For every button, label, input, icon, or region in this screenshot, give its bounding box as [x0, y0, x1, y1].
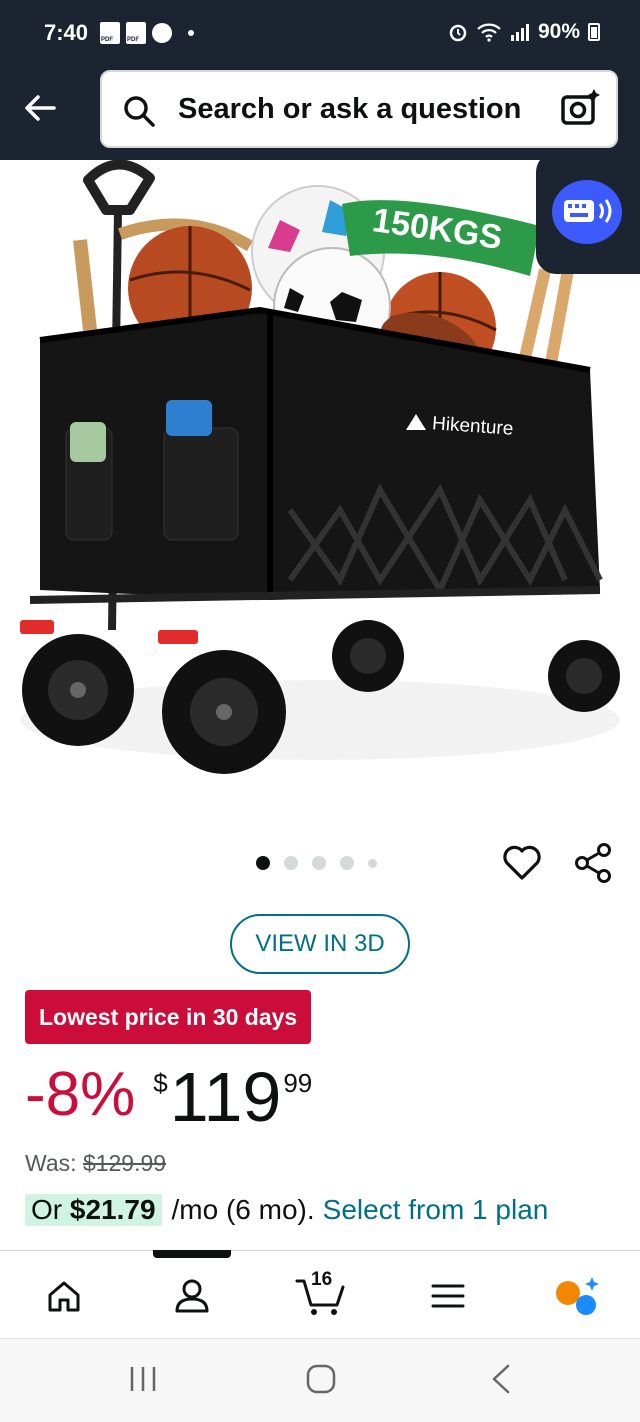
- image-carousel-indicator[interactable]: [256, 856, 377, 870]
- deal-badge: Lowest price in 30 days: [25, 990, 312, 1044]
- select-plan-link[interactable]: Select from 1 plan: [323, 1194, 549, 1226]
- account-icon: [175, 1279, 209, 1313]
- monthly-amount: $21.79: [69, 1194, 156, 1225]
- search-header: Search or ask a question: [0, 66, 640, 160]
- monthly-payment-pill: Or $21.79: [25, 1194, 162, 1226]
- price-currency: $: [153, 1068, 168, 1098]
- active-tab-indicator: [153, 1250, 231, 1258]
- system-status-icons: 90%: [448, 20, 600, 44]
- back-arrow-icon[interactable]: [20, 88, 60, 128]
- discount-percent: -8%: [25, 1060, 136, 1129]
- search-input[interactable]: Search or ask a question: [100, 70, 618, 148]
- cart-count: 16: [311, 1269, 333, 1290]
- pdf-notification-icon: [126, 22, 146, 44]
- was-label: Was:: [25, 1150, 77, 1176]
- alarm-icon: [449, 24, 467, 42]
- price-block: -8% $ 119 99: [25, 1058, 312, 1136]
- share-icon[interactable]: [574, 842, 614, 884]
- notification-icons: [100, 22, 194, 44]
- view-in-3d-button[interactable]: VIEW IN 3D: [230, 914, 410, 974]
- wifi-icon: [477, 23, 501, 42]
- wheel: [548, 640, 620, 712]
- wheel: [162, 650, 286, 774]
- pdf-notification-icon: [100, 22, 120, 44]
- home-button-icon[interactable]: [305, 1363, 337, 1395]
- carousel-dot[interactable]: [368, 858, 377, 868]
- nav-cart[interactable]: 16: [293, 1269, 349, 1319]
- status-time: 7:40: [44, 20, 89, 45]
- monthly-term: /mo (6 mo).: [171, 1194, 315, 1225]
- message-notification-icon: [152, 23, 172, 43]
- nav-home[interactable]: [39, 1273, 89, 1319]
- monthly-payment-row: Or $21.79 /mo (6 mo). Select from 1 plan: [25, 1194, 548, 1226]
- home-icon: [48, 1281, 80, 1312]
- menu-icon: [431, 1284, 465, 1308]
- keyboard-assistant-bubble[interactable]: [536, 152, 640, 274]
- battery-percent: 90%: [537, 20, 580, 43]
- wheel: [22, 634, 134, 746]
- nav-rufus-assistant[interactable]: [552, 1273, 602, 1319]
- carousel-dot[interactable]: [284, 856, 298, 870]
- recent-apps-icon[interactable]: [128, 1363, 158, 1395]
- camera-search-icon[interactable]: [558, 86, 602, 130]
- was-price: $129.99: [82, 1150, 167, 1176]
- more-notifications-icon: [188, 30, 194, 36]
- bottom-navigation: 16: [0, 1250, 640, 1338]
- nav-account[interactable]: [167, 1273, 217, 1319]
- price-whole: 119: [169, 1058, 282, 1136]
- wishlist-heart-icon[interactable]: [502, 844, 542, 882]
- nav-menu[interactable]: [423, 1273, 473, 1319]
- keyboard-voice-icon: [552, 180, 622, 244]
- price-fraction: 99: [283, 1068, 313, 1098]
- search-icon: [124, 96, 155, 127]
- battery-icon: [588, 23, 600, 41]
- system-navigation-bar: [0, 1338, 640, 1422]
- list-price: Was: $129.99: [25, 1150, 166, 1177]
- search-placeholder: Search or ask a question: [178, 93, 522, 125]
- carousel-dot[interactable]: [256, 856, 270, 870]
- back-button-icon[interactable]: [488, 1363, 514, 1395]
- carousel-dot[interactable]: [312, 856, 326, 870]
- wheel: [332, 620, 404, 692]
- status-bar: 7:40 90%: [0, 0, 640, 66]
- monthly-prefix: Or: [31, 1194, 63, 1225]
- carousel-dot[interactable]: [340, 856, 354, 870]
- signal-icon: [510, 24, 529, 41]
- rufus-assistant-icon: [556, 1277, 599, 1315]
